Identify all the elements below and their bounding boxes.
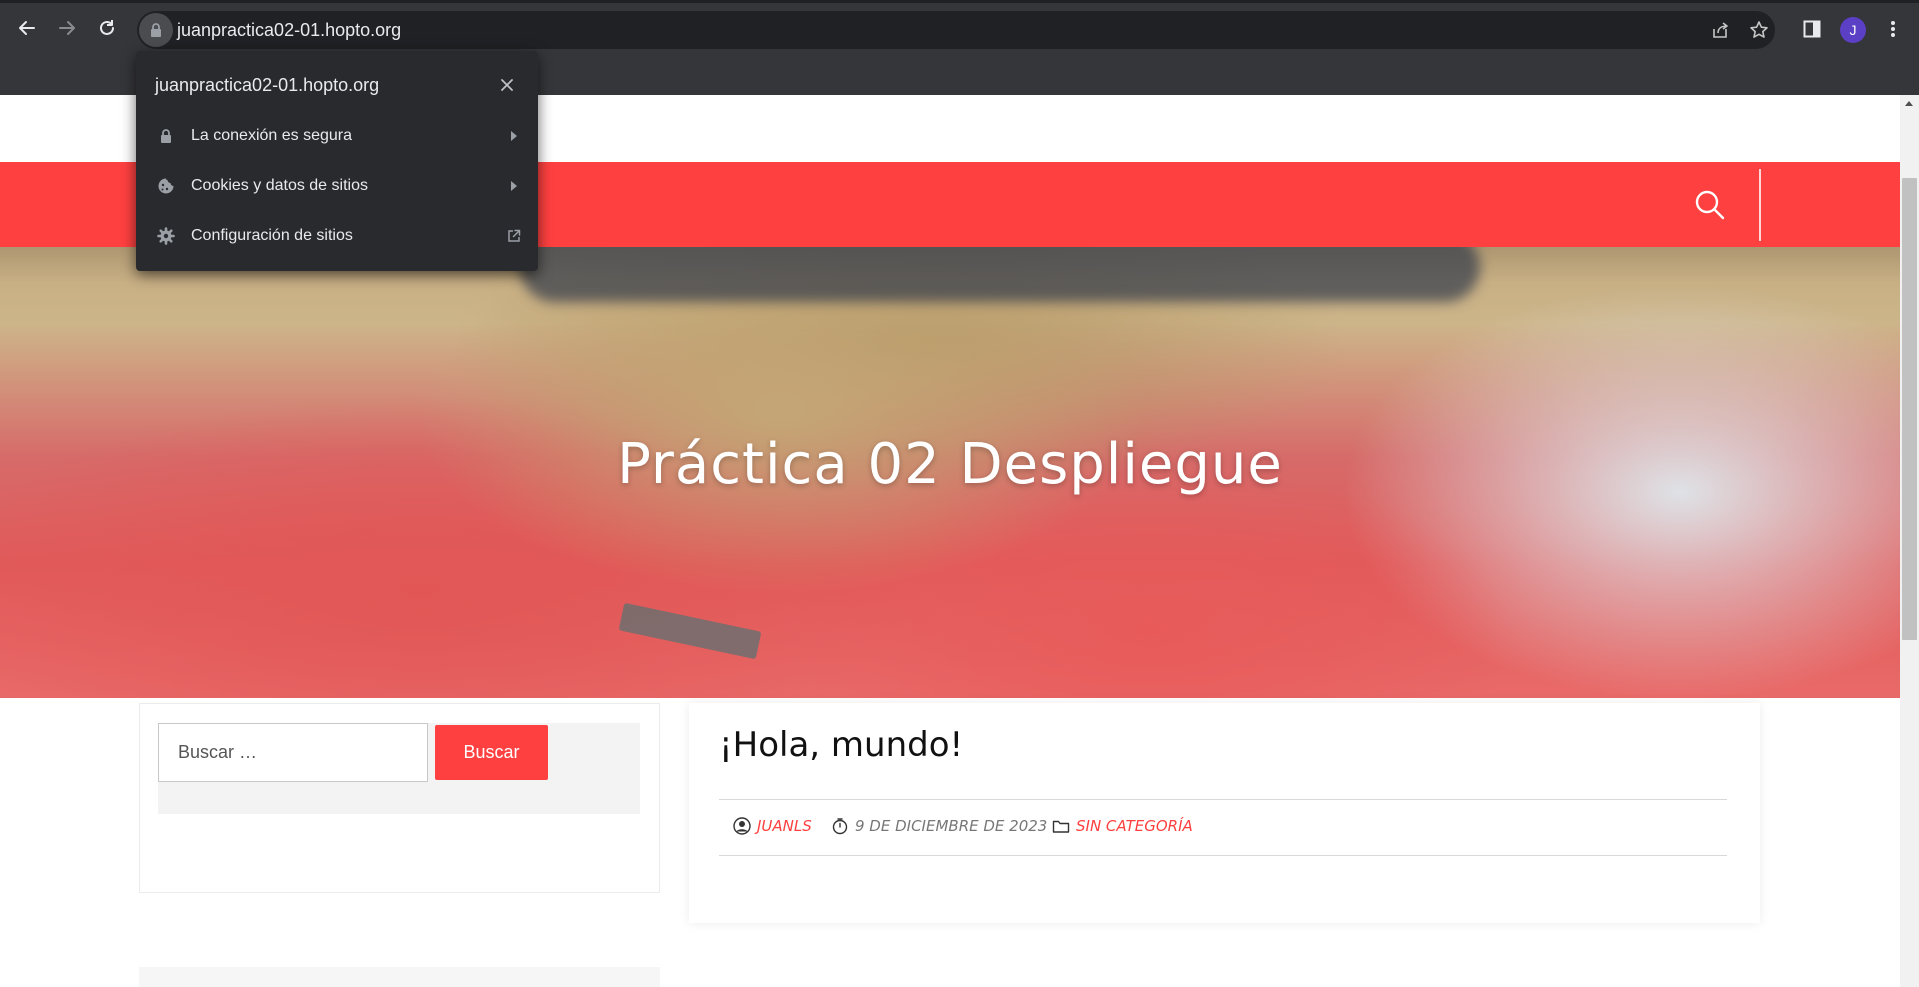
site-info-button[interactable] — [139, 13, 173, 47]
scrollbar-thumb[interactable] — [1902, 178, 1917, 640]
side-panel-button[interactable] — [1800, 17, 1824, 41]
hero-image-detail — [618, 602, 762, 660]
stopwatch-icon — [830, 816, 850, 836]
nav-search-button[interactable] — [1690, 185, 1730, 225]
reload-icon — [100, 20, 114, 35]
nav-divider — [1759, 169, 1761, 241]
reload-button[interactable] — [92, 13, 122, 43]
user-icon — [732, 816, 752, 836]
browser-menu-button[interactable] — [1881, 17, 1905, 41]
cookie-icon — [156, 176, 176, 196]
scroll-up-arrow[interactable] — [1905, 101, 1913, 106]
search-placeholder: Buscar … — [178, 742, 258, 762]
side-panel-icon — [1803, 20, 1821, 38]
divider — [719, 799, 1727, 800]
bookmark-button[interactable] — [1748, 19, 1770, 41]
post-title[interactable]: ¡Hola, mundo! — [719, 725, 963, 765]
search-input[interactable]: Buscar … — [158, 723, 428, 782]
lock-icon — [151, 23, 161, 37]
post-card: ¡Hola, mundo! JUANLS 9 DE DICIEMBRE DE 2… — [689, 703, 1760, 923]
popup-item-label: La conexión es segura — [191, 127, 352, 144]
post-category[interactable]: SIN CATEGORÍA — [1051, 815, 1193, 837]
star-icon — [1750, 21, 1768, 38]
site-title[interactable]: Práctica 02 Despliegue — [0, 432, 1900, 497]
popup-close-button[interactable] — [495, 73, 519, 97]
forward-button[interactable] — [52, 13, 82, 43]
share-button[interactable] — [1709, 19, 1731, 41]
site-info-popup: juanpractica02-01.hopto.org La conexión … — [136, 51, 538, 271]
popup-item-cookies[interactable]: Cookies y datos de sitios — [136, 162, 538, 210]
chevron-right-icon — [504, 126, 524, 146]
close-icon — [501, 79, 513, 91]
back-button[interactable] — [12, 13, 42, 43]
sidebar-widget — [139, 967, 660, 987]
back-arrow-icon — [19, 21, 35, 35]
profile-avatar[interactable]: J — [1840, 17, 1866, 43]
post-author[interactable]: JUANLS — [732, 815, 812, 837]
popup-item-label: Configuración de sitios — [191, 227, 353, 244]
search-widget: Buscar … Buscar — [139, 703, 660, 893]
search-icon — [1695, 190, 1725, 220]
menu-dots-icon — [1891, 21, 1895, 37]
chevron-right-icon — [504, 176, 524, 196]
popup-item-site-settings[interactable]: Configuración de sitios — [136, 212, 538, 260]
search-submit-button[interactable]: Buscar — [435, 725, 548, 780]
browser-toolbar: juanpractica02-01.hopto.org J — [0, 3, 1919, 54]
divider — [719, 855, 1727, 856]
url-text[interactable]: juanpractica02-01.hopto.org — [177, 20, 401, 41]
gear-icon — [156, 226, 176, 246]
popup-item-label: Cookies y datos de sitios — [191, 177, 368, 194]
address-bar[interactable]: juanpractica02-01.hopto.org — [137, 11, 1775, 49]
popup-host: juanpractica02-01.hopto.org — [155, 75, 380, 95]
date-text: 9 DE DICIEMBRE DE 2023 — [855, 817, 1048, 835]
forward-arrow-icon — [59, 21, 75, 35]
popup-item-connection[interactable]: La conexión es segura — [136, 112, 538, 160]
share-icon — [1713, 22, 1728, 38]
post-date: 9 DE DICIEMBRE DE 2023 — [830, 815, 1047, 837]
lock-icon — [156, 126, 176, 146]
folder-icon — [1051, 816, 1071, 836]
external-link-icon — [504, 226, 524, 246]
author-link[interactable]: JUANLS — [757, 817, 812, 835]
category-link[interactable]: SIN CATEGORÍA — [1076, 817, 1193, 835]
